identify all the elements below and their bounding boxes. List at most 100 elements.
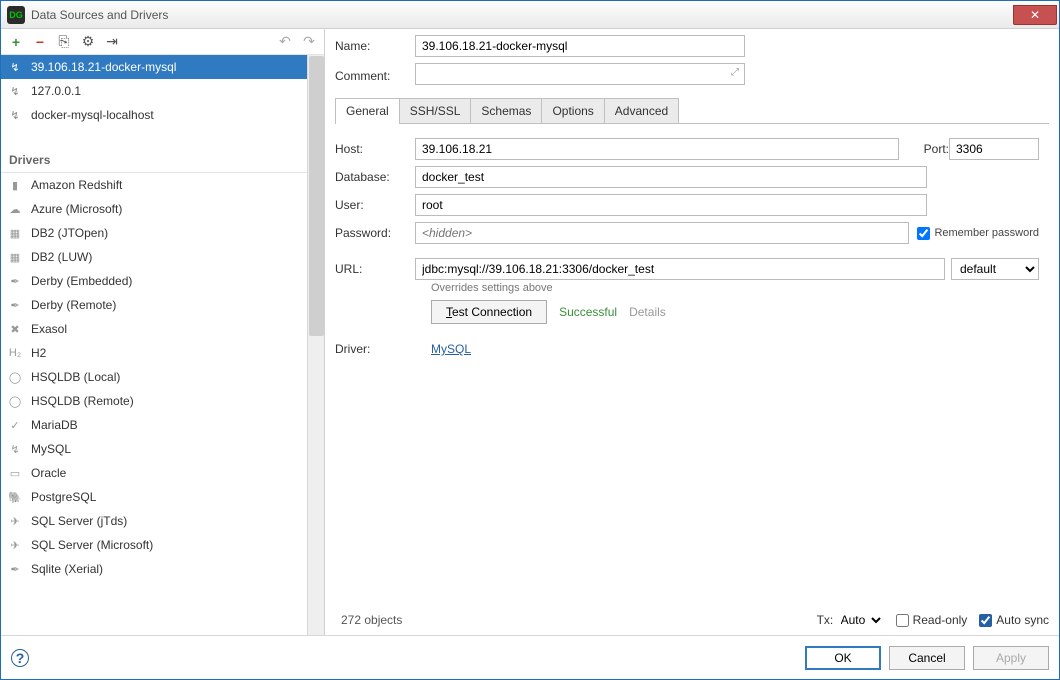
driver-link[interactable]: MySQL — [431, 342, 471, 356]
add-datasource-button[interactable]: + — [7, 33, 25, 51]
driver-item[interactable]: ↯ MySQL — [1, 437, 324, 461]
driver-item[interactable]: ▮ Amazon Redshift — [1, 173, 324, 197]
driver-item[interactable]: H₂ H2 — [1, 341, 324, 365]
drivers-header: Drivers — [1, 147, 324, 173]
driver-item[interactable]: ✒Sqlite (Xerial) — [1, 557, 324, 581]
nav-back-button[interactable]: ↶ — [276, 33, 294, 51]
url-input[interactable] — [415, 258, 945, 280]
window-title: Data Sources and Drivers — [31, 8, 1013, 22]
host-input[interactable] — [415, 138, 899, 160]
settings-button[interactable]: ⚙ — [79, 33, 97, 51]
driver-item[interactable]: ◯ HSQLDB (Local) — [1, 365, 324, 389]
driver-label: Driver: — [335, 342, 415, 356]
driver-item[interactable]: ▦ DB2 (JTOpen) — [1, 221, 324, 245]
url-hint: Overrides settings above — [431, 282, 1049, 294]
driver-icon: ▦ — [7, 225, 23, 241]
port-label: Port: — [909, 142, 949, 156]
driver-icon: ☁ — [7, 201, 23, 217]
driver-label: H2 — [31, 346, 46, 360]
tab-sshssl[interactable]: SSH/SSL — [399, 98, 472, 123]
driver-item[interactable]: ▭Oracle — [1, 461, 324, 485]
driver-label: DB2 (LUW) — [31, 250, 92, 264]
connection-status: Successful — [559, 305, 617, 319]
left-scrollbar[interactable] — [307, 55, 324, 635]
driver-icon: ✈ — [7, 537, 23, 553]
port-input[interactable] — [949, 138, 1039, 160]
datasource-label: 127.0.0.1 — [31, 84, 81, 98]
driver-label: Exasol — [31, 322, 67, 336]
datasource-item[interactable]: ↯ 127.0.0.1 — [1, 79, 324, 103]
database-input[interactable] — [415, 166, 927, 188]
expand-icon[interactable]: ⤢ — [731, 67, 739, 78]
url-mode-select[interactable]: default — [951, 258, 1039, 280]
user-label: User: — [335, 198, 415, 212]
cancel-button[interactable]: Cancel — [889, 646, 965, 670]
driver-icon: ◯ — [7, 393, 23, 409]
driver-label: Derby (Embedded) — [31, 274, 132, 288]
driver-label: PostgreSQL — [31, 490, 96, 504]
app-icon: DG — [7, 6, 25, 24]
import-button[interactable]: ⇥ — [103, 33, 121, 51]
test-connection-button[interactable]: Test Connection — [431, 300, 547, 324]
driver-icon: ↯ — [7, 441, 23, 457]
copy-button[interactable]: ⎘ — [55, 33, 73, 51]
driver-item[interactable]: ▦ DB2 (LUW) — [1, 245, 324, 269]
datasource-label: docker-mysql-localhost — [31, 108, 154, 122]
driver-label: DB2 (JTOpen) — [31, 226, 108, 240]
driver-label: HSQLDB (Local) — [31, 370, 120, 384]
driver-icon: ▭ — [7, 465, 23, 481]
user-input[interactable] — [415, 194, 927, 216]
password-label: Password: — [335, 226, 415, 240]
driver-icon: ✒ — [7, 561, 23, 577]
driver-label: MariaDB — [31, 418, 78, 432]
remove-datasource-button[interactable]: − — [31, 33, 49, 51]
driver-icon: ✖ — [7, 321, 23, 337]
nav-forward-button[interactable]: ↷ — [300, 33, 318, 51]
help-button[interactable]: ? — [11, 649, 29, 667]
datasource-item[interactable]: ↯39.106.18.21-docker-mysql — [1, 55, 324, 79]
driver-label: HSQLDB (Remote) — [31, 394, 134, 408]
driver-icon: ▦ — [7, 249, 23, 265]
tx-mode-select[interactable]: Auto — [837, 612, 884, 628]
database-label: Database: — [335, 170, 415, 184]
driver-item[interactable]: ✓MariaDB — [1, 413, 324, 437]
driver-icon: ✒ — [7, 273, 23, 289]
password-input[interactable] — [415, 222, 909, 244]
driver-item[interactable]: ✒Derby (Remote) — [1, 293, 324, 317]
driver-label: Amazon Redshift — [31, 178, 122, 192]
driver-icon: H₂ — [7, 345, 23, 361]
tab-advanced[interactable]: Advanced — [604, 98, 679, 123]
tab-schemas[interactable]: Schemas — [470, 98, 542, 123]
datasource-item[interactable]: ↯docker-mysql-localhost — [1, 103, 324, 127]
driver-item[interactable]: ✈ SQL Server (Microsoft) — [1, 533, 324, 557]
tab-options[interactable]: Options — [541, 98, 604, 123]
driver-item[interactable]: ☁Azure (Microsoft) — [1, 197, 324, 221]
driver-label: SQL Server (jTds) — [31, 514, 127, 528]
driver-item[interactable]: ✖ Exasol — [1, 317, 324, 341]
driver-icon: ◯ — [7, 369, 23, 385]
connection-details-link[interactable]: Details — [629, 305, 666, 319]
driver-icon: ✒ — [7, 297, 23, 313]
tab-general[interactable]: General — [335, 98, 400, 123]
name-input[interactable] — [415, 35, 745, 57]
host-label: Host: — [335, 142, 415, 156]
comment-label: Comment: — [335, 69, 415, 83]
object-count: 272 objects — [335, 613, 817, 627]
apply-button: Apply — [973, 646, 1049, 670]
database-icon: ↯ — [7, 83, 23, 99]
driver-icon: ▮ — [7, 177, 23, 193]
readonly-checkbox[interactable]: Read-only — [896, 613, 968, 627]
comment-input[interactable] — [415, 63, 745, 85]
autosync-checkbox[interactable]: Auto sync — [979, 613, 1049, 627]
database-icon: ↯ — [7, 59, 23, 75]
driver-item[interactable]: ✒ Derby (Embedded) — [1, 269, 324, 293]
window-close-button[interactable]: ✕ — [1013, 5, 1057, 25]
driver-icon: ✈ — [7, 513, 23, 529]
driver-label: MySQL — [31, 442, 71, 456]
ok-button[interactable]: OK — [805, 646, 881, 670]
driver-item[interactable]: ✈ SQL Server (jTds) — [1, 509, 324, 533]
driver-item[interactable]: 🐘PostgreSQL — [1, 485, 324, 509]
driver-item[interactable]: ◯ HSQLDB (Remote) — [1, 389, 324, 413]
driver-label: SQL Server (Microsoft) — [31, 538, 153, 552]
remember-password-checkbox[interactable]: Remember password — [917, 227, 1039, 240]
